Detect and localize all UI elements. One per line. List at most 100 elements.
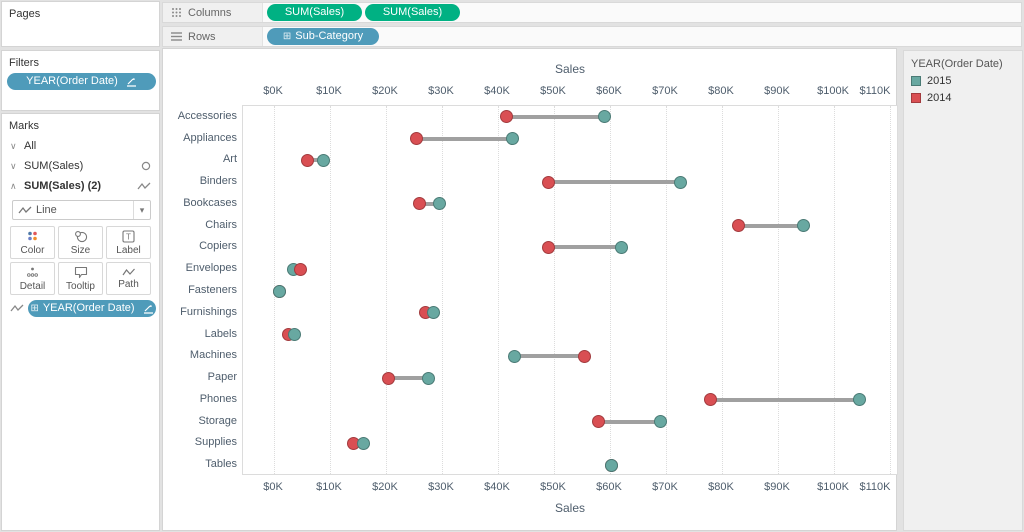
filters-shelf: Filters YEAR(Order Date) <box>1 50 160 111</box>
columns-shelf: Columns SUM(Sales) SUM(Sales) <box>162 2 1022 23</box>
dot-2014-bookcases[interactable] <box>413 197 427 211</box>
dot-2014-accessories[interactable] <box>499 110 513 124</box>
dot-2014-paper[interactable] <box>382 371 396 385</box>
axis-tick-label: $60K <box>596 85 622 97</box>
button-label: Color <box>20 244 45 256</box>
marks-card-row-sum-sales-[interactable]: ∨ SUM(Sales) <box>2 156 159 176</box>
legend-item-label: 2014 <box>927 92 952 104</box>
dot-2015-binders[interactable] <box>673 175 687 189</box>
marks-card-row-sum-sales-2-[interactable]: ∧ SUM(Sales) (2) <box>2 176 159 196</box>
dot-2015-art[interactable] <box>316 153 330 167</box>
dot-2014-chairs[interactable] <box>732 219 746 233</box>
path-icon <box>122 267 136 277</box>
axis-tick-label: $60K <box>596 481 622 493</box>
axis-tick-label: $50K <box>540 85 566 97</box>
axis-tick-label: $70K <box>652 85 678 97</box>
chevron-icon[interactable]: ∧ <box>10 181 24 192</box>
dot-2014-copiers[interactable] <box>541 240 555 254</box>
sort-glyph-icon[interactable] <box>143 304 154 314</box>
connector-line <box>710 397 860 402</box>
row-label-chairs: Chairs <box>205 218 237 231</box>
dot-2014-phones[interactable] <box>704 393 718 407</box>
legend-item-2014[interactable]: 2014 <box>904 92 1022 104</box>
dot-2014-appliances[interactable] <box>410 132 424 146</box>
dot-2015-storage[interactable] <box>653 415 667 429</box>
dot-2014-envelopes[interactable] <box>294 262 308 276</box>
row-label-tables: Tables <box>205 458 237 471</box>
marks-label: Marks <box>9 120 39 132</box>
marks-pill-label: YEAR(Order Date) <box>42 302 135 314</box>
columns-pill-sum-sales[interactable]: SUM(Sales) <box>365 4 460 21</box>
row-label-copiers: Copiers <box>199 240 237 253</box>
color-legend: YEAR(Order Date) 2015 2014 <box>903 50 1023 531</box>
legend-title: YEAR(Order Date) <box>911 58 1003 70</box>
axis-tick-label: $10K <box>316 85 342 97</box>
dot-2015-machines[interactable] <box>508 349 522 363</box>
connector-line <box>506 114 605 119</box>
dot-2015-chairs[interactable] <box>796 219 810 233</box>
axis-tick-label: $30K <box>428 85 454 97</box>
marks-card-row-all[interactable]: ∨ All <box>2 136 159 156</box>
filter-pill-year-order-date[interactable]: YEAR(Order Date) <box>7 73 156 90</box>
dot-2015-phones[interactable] <box>852 393 866 407</box>
filter-pill-label: YEAR(Order Date) <box>26 75 118 87</box>
dot-2015-copiers[interactable] <box>614 240 628 254</box>
legend-item-label: 2015 <box>927 75 952 87</box>
axis-tick-label: $90K <box>764 85 790 97</box>
legend-item-2015[interactable]: 2015 <box>904 75 1022 87</box>
dot-2015-accessories[interactable] <box>597 110 611 124</box>
connector-line <box>416 136 512 141</box>
dot-2015-labels[interactable] <box>288 328 302 342</box>
line-mark-icon <box>10 304 24 313</box>
columns-pill-sum-sales[interactable]: SUM(Sales) <box>267 4 362 21</box>
path-button[interactable]: Path <box>106 262 151 295</box>
chevron-down-icon[interactable]: ▾ <box>133 201 150 219</box>
color-icon <box>26 230 39 243</box>
dot-2015-appliances[interactable] <box>505 132 519 146</box>
dot-2015-fasteners[interactable] <box>272 284 286 298</box>
expand-box-icon[interactable]: ⊞ <box>283 31 291 42</box>
rows-pill-sub-category[interactable]: ⊞ Sub-Category <box>267 28 379 45</box>
chevron-icon[interactable]: ∨ <box>10 141 24 152</box>
dot-2014-art[interactable] <box>301 153 315 167</box>
dot-2014-binders[interactable] <box>541 175 555 189</box>
dot-2015-tables[interactable] <box>605 458 619 472</box>
worksheet: Sales Sales $0K $10K $20K $30K $40K $50K $60K $… <box>162 48 898 531</box>
axis-tick-label: $20K <box>372 85 398 97</box>
marks-row-label: SUM(Sales) (2) <box>24 180 102 192</box>
dot-2014-storage[interactable] <box>592 415 606 429</box>
dot-2015-supplies[interactable] <box>357 436 371 450</box>
axis-tick-label: $0K <box>263 481 283 493</box>
expand-box-icon[interactable]: ⊞ <box>30 303 38 314</box>
tooltip-button[interactable]: Tooltip <box>58 262 103 295</box>
connector-line <box>598 419 661 424</box>
columns-icon <box>171 7 182 18</box>
label-button[interactable]: T Label <box>106 226 151 259</box>
row-label-labels: Labels <box>204 327 237 340</box>
axis-tick-label: $90K <box>764 481 790 493</box>
axis-tick-label: $80K <box>708 85 734 97</box>
row-label-furnishings: Furnishings <box>180 305 237 318</box>
button-label: Label <box>116 244 141 256</box>
dot-2015-furnishings[interactable] <box>427 306 441 320</box>
row-label-paper: Paper <box>207 371 237 384</box>
dot-2015-paper[interactable] <box>421 371 435 385</box>
row-label-fasteners: Fasteners <box>188 284 237 296</box>
chevron-icon[interactable]: ∨ <box>10 161 24 172</box>
mark-type-dropdown[interactable]: Line ▾ <box>12 200 151 220</box>
rows-shelf: Rows ⊞ Sub-Category <box>162 26 1022 47</box>
row-label-art: Art <box>222 153 237 166</box>
color-button[interactable]: Color <box>10 226 55 259</box>
connector-line <box>514 354 585 359</box>
size-button[interactable]: Size <box>58 226 103 259</box>
dot-2015-bookcases[interactable] <box>432 197 446 211</box>
dot-2014-machines[interactable] <box>578 349 592 363</box>
detail-button[interactable]: Detail <box>10 262 55 295</box>
connector-line <box>548 180 680 185</box>
row-label-bookcases: Bookcases <box>183 196 237 209</box>
marks-pill-year-order-date[interactable]: ⊞ YEAR(Order Date) <box>28 300 156 317</box>
sort-glyph-icon[interactable] <box>126 77 137 87</box>
gridline <box>722 106 723 474</box>
tooltip-icon <box>74 266 88 279</box>
axis-tick-label: $30K <box>428 481 454 493</box>
